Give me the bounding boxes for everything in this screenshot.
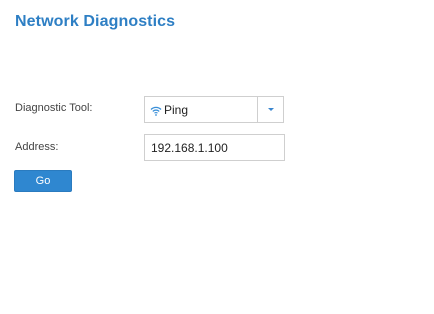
address-label: Address: — [15, 141, 59, 153]
page-title: Network Diagnostics — [15, 13, 176, 30]
go-button[interactable]: Go — [14, 170, 72, 192]
dropdown-toggle[interactable] — [257, 97, 283, 122]
chevron-down-icon — [267, 108, 274, 111]
diagnostic-tool-label: Diagnostic Tool: — [15, 102, 93, 114]
diagnostic-tool-selected[interactable]: Ping — [145, 97, 257, 122]
diagnostic-tool-value: Ping — [164, 102, 189, 117]
network-diagnostics-page: Network Diagnostics Diagnostic Tool: Pin… — [0, 0, 434, 314]
address-input[interactable] — [144, 134, 285, 161]
wifi-icon — [150, 105, 162, 116]
diagnostic-tool-select[interactable]: Ping — [144, 96, 284, 123]
